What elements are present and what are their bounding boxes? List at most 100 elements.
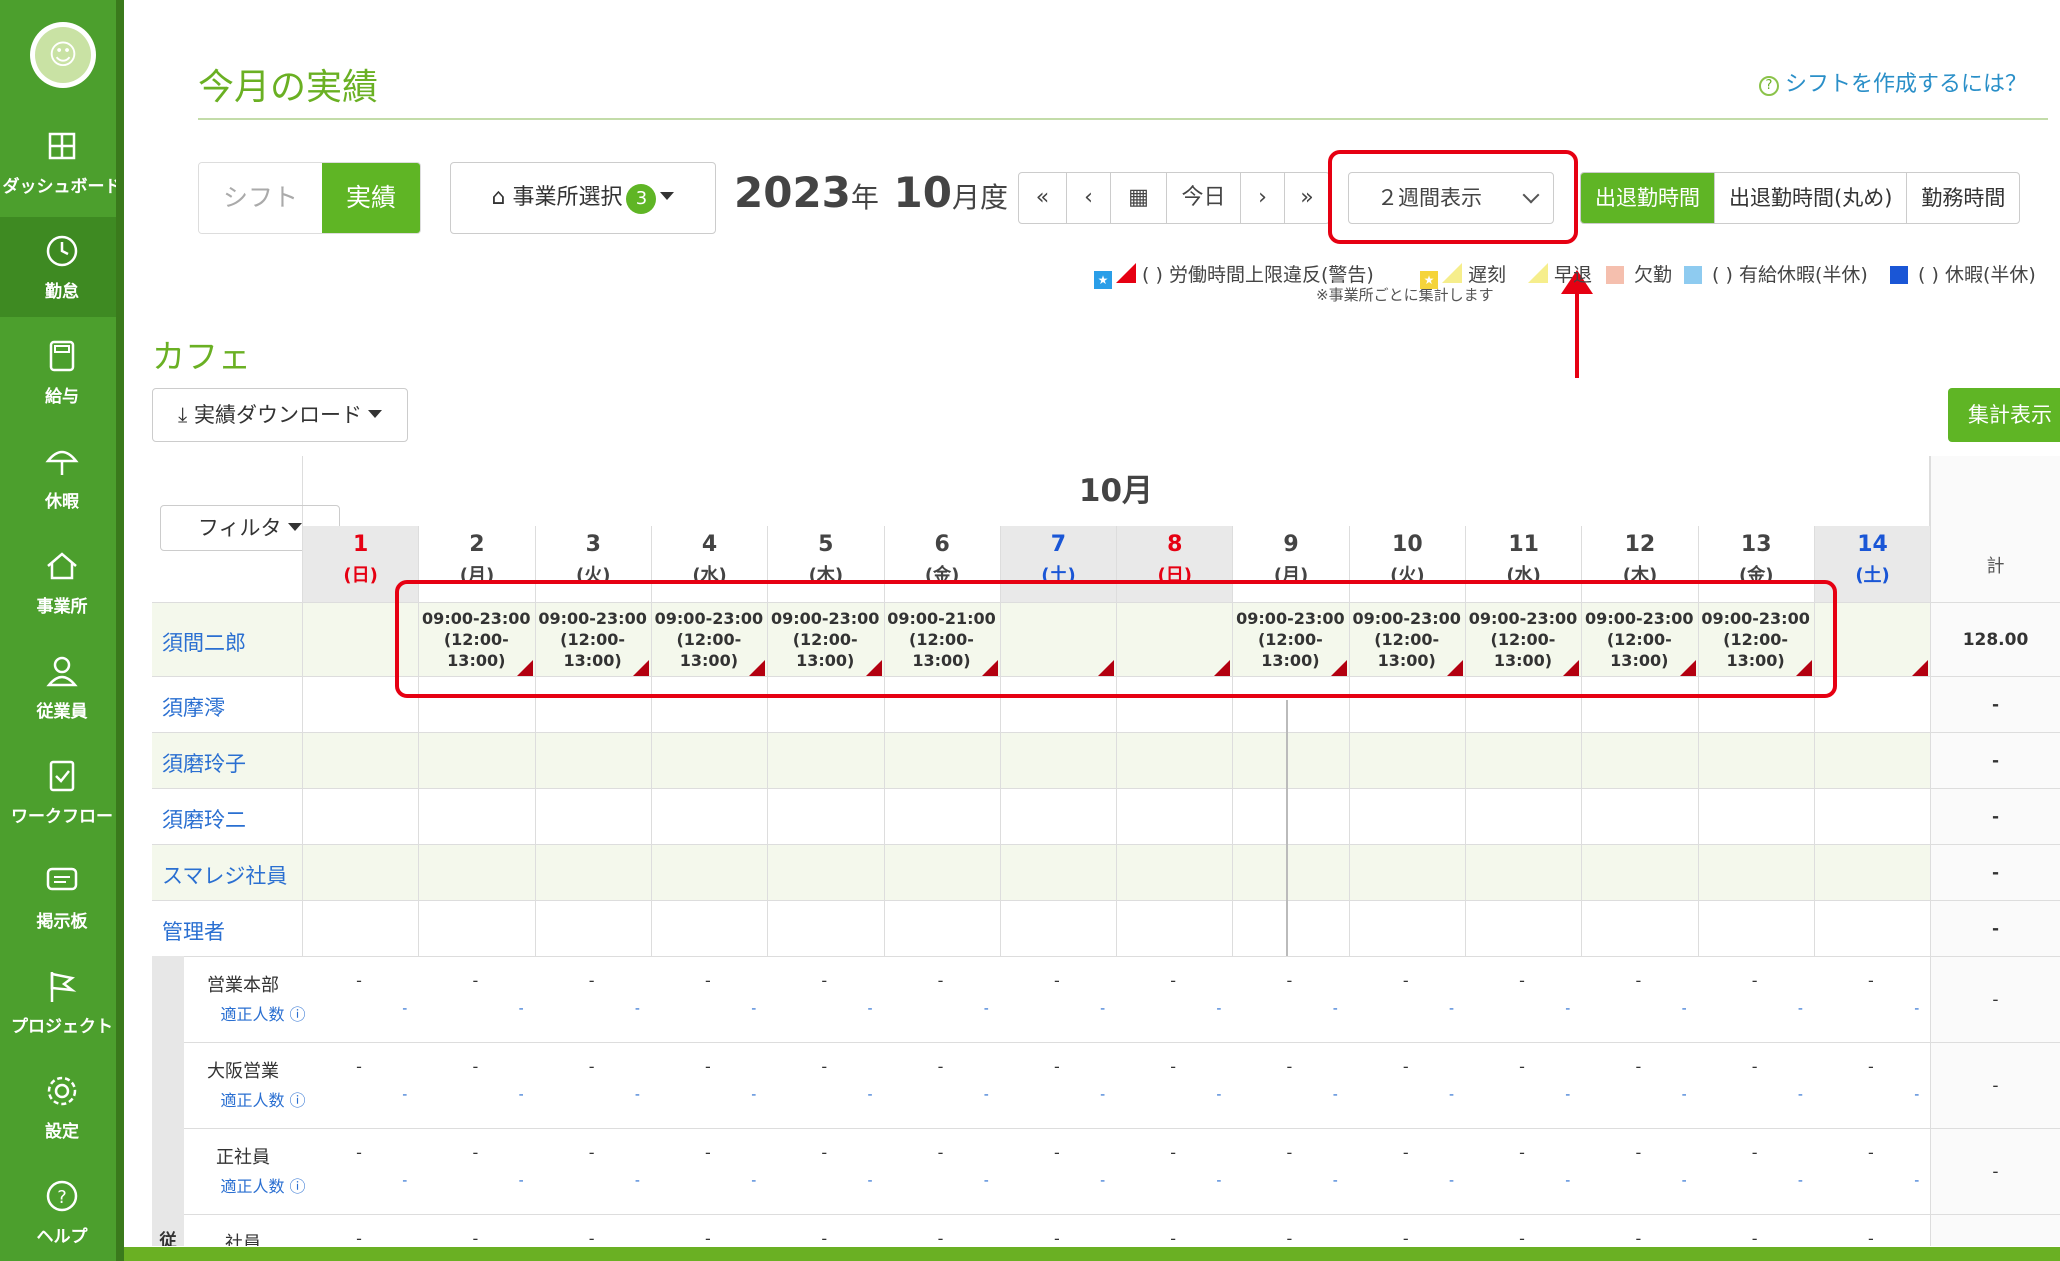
sidebar-item-1[interactable]: 勤怠: [0, 217, 124, 317]
col-divider: [883, 789, 885, 844]
employee-name-link[interactable]: 須磨玲二: [162, 804, 246, 834]
day-number: 13: [1740, 532, 1772, 557]
date-nav: « ‹ ▦ 今日 › »: [1018, 172, 1330, 224]
nav-first-button[interactable]: «: [1019, 173, 1067, 223]
staffing-value: -: [937, 971, 944, 990]
nav-next-button[interactable]: ›: [1241, 173, 1285, 223]
sidebar-item-2[interactable]: 給与: [0, 322, 124, 422]
sidebar-item-label: ダッシュボード: [2, 177, 122, 197]
staffing-value: -: [1868, 971, 1874, 990]
col-divider: [1116, 789, 1118, 844]
staffing-value: -: [356, 1143, 362, 1162]
staffing-target: -: [1797, 1087, 1803, 1103]
staffing-value: -: [1053, 1057, 1060, 1076]
col-divider: [1465, 845, 1466, 900]
staffing-sub-label[interactable]: 適正人数 ⓘ: [198, 1087, 328, 1111]
staffing-target: -: [1681, 1001, 1687, 1017]
sidebar-item-6[interactable]: ワークフロー: [0, 742, 124, 842]
mode-work-hours[interactable]: 勤務時間: [1907, 173, 2019, 223]
summary-button[interactable]: 集計表示: [1948, 388, 2060, 442]
sidebar-item-7[interactable]: 掲示板: [0, 847, 124, 947]
nav-prev-button[interactable]: ‹: [1067, 173, 1111, 223]
col-divider: [418, 733, 420, 788]
sidebar-item-3[interactable]: 休暇: [0, 427, 124, 527]
staffing-target: -: [1332, 1173, 1338, 1189]
employee-name-link[interactable]: スマレジ社員: [162, 860, 287, 890]
staffing-value: -: [1402, 971, 1409, 990]
office-select-button[interactable]: ⌂ 事業所選択 3: [450, 162, 716, 234]
staffing-sub-label[interactable]: 適正人数 ⓘ: [198, 1001, 328, 1025]
col-divider: [302, 845, 303, 900]
tab-shift[interactable]: シフト: [199, 163, 323, 233]
mode-rounded-times[interactable]: 出退勤時間(丸め): [1715, 173, 1908, 223]
staffing-value: -: [356, 1057, 362, 1076]
sidebar-scrollbar[interactable]: [116, 0, 124, 1261]
col-divider: [999, 789, 1001, 844]
staffing-value: -: [1751, 1057, 1758, 1076]
col-divider: [767, 901, 769, 956]
sidebar-item-10[interactable]: ? ヘルプ: [0, 1162, 124, 1261]
staffing-value: -: [937, 1229, 944, 1246]
staffing-target: -: [518, 1173, 524, 1189]
staffing-label: 大阪営業: [207, 1061, 279, 1082]
staffing-sub-label[interactable]: 適正人数 ⓘ: [198, 1173, 328, 1197]
day-number: 7: [1050, 532, 1067, 557]
staffing-target: -: [1449, 1087, 1455, 1103]
staffing-value: -: [1170, 1143, 1177, 1162]
red-triangle-icon: [1116, 263, 1136, 283]
col-divider: [767, 789, 769, 844]
day-number: 2: [469, 532, 485, 557]
office-count-badge: 3: [626, 184, 657, 214]
legend-paid-half-label: ( ) 有給休暇(半休): [1712, 264, 1868, 286]
col-divider: [1813, 845, 1815, 900]
staffing-value: -: [1868, 1057, 1874, 1076]
col-divider: [650, 901, 652, 956]
staffing-value: -: [472, 971, 479, 990]
col-divider: [1697, 789, 1699, 844]
calendar-button[interactable]: ▦: [1111, 173, 1167, 223]
col-divider: [1232, 789, 1234, 844]
staffing-value: -: [1751, 971, 1758, 990]
staffing-target: -: [983, 1001, 989, 1017]
employee-name-link[interactable]: 須間二郎: [162, 627, 246, 657]
staffing-label: 社員: [225, 1233, 261, 1246]
col-divider: [1581, 901, 1583, 956]
sidebar-item-0[interactable]: ダッシュボード: [0, 112, 124, 212]
employee-name-link[interactable]: 須摩澪: [162, 692, 225, 722]
staffing-value: -: [588, 1143, 595, 1162]
col-divider: [1581, 845, 1583, 900]
download-button[interactable]: ⤓ 実績ダウンロード: [152, 388, 408, 442]
col-divider: [418, 845, 420, 900]
sidebar-item-5[interactable]: 従業員: [0, 637, 124, 737]
mode-clock-times[interactable]: 出退勤時間: [1581, 173, 1715, 223]
employee-name-link[interactable]: 須磨玲子: [162, 748, 246, 778]
col-divider: [534, 789, 536, 844]
col-divider: [1348, 789, 1350, 844]
staffing-target: -: [751, 1173, 757, 1189]
col-divider: [418, 789, 420, 844]
download-button-label: 実績ダウンロード: [193, 403, 362, 427]
nav-last-button[interactable]: »: [1285, 173, 1329, 223]
staffing-sub-text: 適正人数: [220, 1177, 285, 1196]
staffing-target: -: [751, 1001, 757, 1017]
help-link[interactable]: ? シフトを作成するには？: [1759, 66, 2027, 98]
tab-actual[interactable]: 実績: [322, 163, 421, 233]
sidebar-item-4[interactable]: 事業所: [0, 532, 124, 632]
sidebar-item-8[interactable]: プロジェクト: [0, 952, 124, 1052]
umbrella-icon: [45, 450, 79, 475]
legend-violation-label: ( ) 労働時間上限違反(警告): [1142, 264, 1374, 286]
employee-total: -: [1930, 677, 2060, 732]
staffing-value: -: [1286, 1057, 1293, 1076]
staffing-value: -: [1286, 1143, 1293, 1162]
nav-today-button[interactable]: 今日: [1167, 173, 1241, 223]
sidebar-item-9[interactable]: 設定: [0, 1057, 124, 1157]
legend-absent-label: 欠勤: [1634, 264, 1673, 286]
staffing-target: -: [751, 1087, 757, 1103]
title-divider: [198, 118, 2048, 120]
employee-name-link[interactable]: 管理者: [162, 916, 225, 946]
sidebar-item-label: 従業員: [36, 702, 88, 722]
user-avatar[interactable]: ☺: [30, 22, 96, 88]
day-number: 8: [1167, 532, 1183, 557]
question-icon: ?: [1759, 76, 1779, 96]
staffing-target: -: [983, 1173, 989, 1189]
